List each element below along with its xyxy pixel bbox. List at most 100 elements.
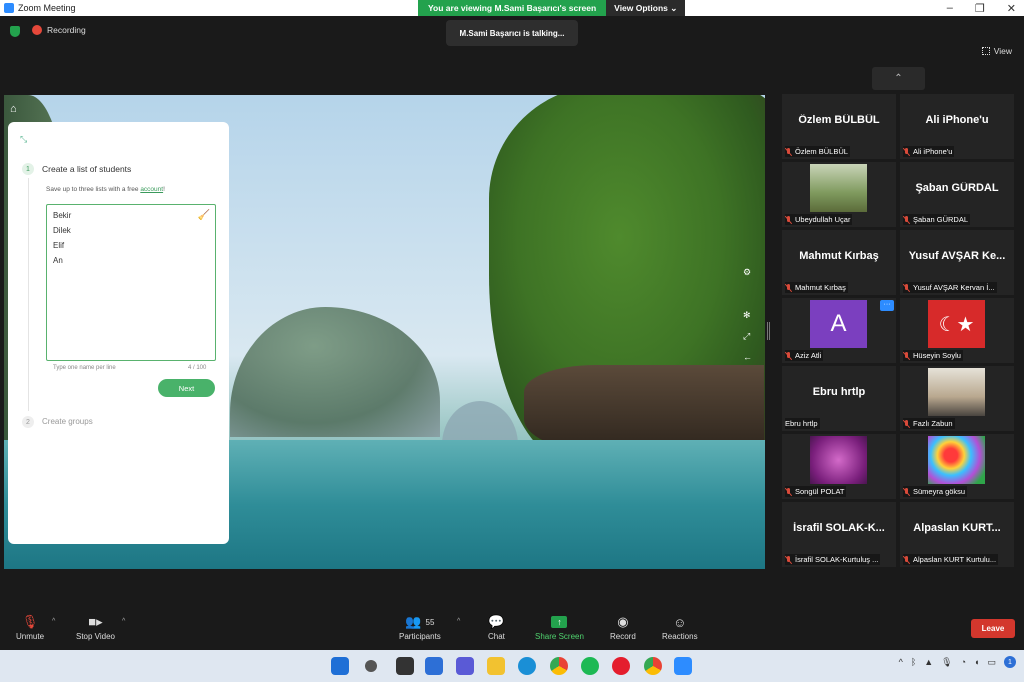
participant-tile[interactable]: Alpaslan KURT... Alpaslan KURT Kurtulu..…: [900, 502, 1014, 567]
file-explorer-icon[interactable]: [487, 657, 505, 675]
participant-label-text: Yusuf AVŞAR Kervan İ...: [913, 283, 995, 292]
name-count: 4 / 100: [188, 365, 207, 371]
chrome-profile-icon[interactable]: [644, 657, 662, 675]
opera-browser-icon[interactable]: [612, 657, 630, 675]
participant-tile[interactable]: Ebru hrtlp Ebru hrtlp: [782, 366, 896, 431]
participants-button[interactable]: 👥 55 Participants: [399, 612, 441, 641]
chat-label: Chat: [488, 632, 505, 641]
chat-bubble-icon: 💬: [488, 614, 505, 629]
spotify-icon[interactable]: [581, 657, 599, 675]
close-icon[interactable]: ✕: [1007, 2, 1016, 15]
windows-start-icon[interactable]: [331, 657, 349, 675]
participants-label: Participants: [399, 632, 441, 641]
participant-tile[interactable]: Ubeydullah Uçar: [782, 162, 896, 227]
record-label: Record: [610, 632, 636, 641]
back-arrow-icon[interactable]: ←: [743, 352, 752, 362]
participant-tile[interactable]: Şaban GÜRDAL Şaban GÜRDAL: [900, 162, 1014, 227]
wifi-icon[interactable]: ◔: [961, 657, 966, 667]
participant-tile[interactable]: İsrafil SOLAK-K... İsrafil SOLAK-Kurtulu…: [782, 502, 896, 567]
share-screen-label: Share Screen: [535, 632, 584, 641]
microphone-icon[interactable]: 🎙: [941, 657, 952, 668]
participant-tile[interactable]: Songül POLAT: [782, 434, 896, 499]
unmute-button[interactable]: 🎙 Unmute: [16, 612, 44, 641]
notification-badge-icon[interactable]: 1: [1004, 656, 1016, 668]
reactions-button[interactable]: ☺ Reactions: [662, 612, 698, 642]
recording-indicator[interactable]: Recording: [32, 25, 86, 35]
participant-label-text: Şaban GÜRDAL: [913, 215, 969, 224]
participant-tile[interactable]: Fazlı Zabun: [900, 366, 1014, 431]
maximize-icon[interactable]: ❐: [975, 2, 985, 15]
audio-options-caret-icon[interactable]: ^: [52, 618, 55, 625]
textarea-hint: Type one name per line: [53, 365, 116, 371]
settings-gear-icon[interactable]: ⚙: [743, 267, 751, 278]
share-banner: You are viewing M.Sami Başarıcı's screen…: [418, 0, 686, 16]
step-1-title: Create a list of students: [42, 164, 132, 174]
participants-options-caret-icon[interactable]: ^: [457, 618, 460, 625]
edge-browser-icon[interactable]: [518, 657, 536, 675]
record-icon: ◉: [617, 614, 629, 629]
mic-muted-icon: [903, 351, 910, 360]
participant-tile[interactable]: A ··· Aziz Atli: [782, 298, 896, 363]
encryption-shield-icon[interactable]: [10, 26, 20, 37]
next-button[interactable]: Next: [158, 379, 215, 397]
clear-broom-icon[interactable]: 🧹: [198, 210, 210, 221]
collapse-icon[interactable]: ⤡: [20, 134, 27, 145]
volume-icon[interactable]: ◖: [974, 657, 979, 667]
participant-tile[interactable]: Özlem BÜLBÜL Özlem BÜLBÜL: [782, 94, 896, 159]
record-button[interactable]: ◉ Record: [610, 612, 636, 641]
view-button[interactable]: View: [981, 46, 1012, 56]
participant-tile[interactable]: ☾★ Hüseyin Soylu: [900, 298, 1014, 363]
video-options-caret-icon[interactable]: ^: [122, 618, 125, 625]
participant-label-text: İsrafil SOLAK-Kurtuluş ...: [795, 555, 879, 564]
mic-muted-icon: [903, 487, 910, 496]
zoom-taskbar-icon[interactable]: [674, 657, 692, 675]
participant-tile[interactable]: Ali iPhone'u Ali iPhone'u: [900, 94, 1014, 159]
background-island: [230, 307, 440, 437]
step-2-number: 2: [22, 416, 34, 428]
mic-muted-icon: [903, 215, 910, 224]
student-names-textarea[interactable]: Bekir Dilek Elif An 🧹: [46, 204, 216, 361]
network-icon[interactable]: ▲: [924, 657, 933, 667]
participant-label: Özlem BÜLBÜL: [785, 146, 850, 157]
chat-button[interactable]: 💬 Chat: [488, 612, 505, 641]
widgets-icon[interactable]: [425, 657, 443, 675]
bluetooth-icon[interactable]: ᛒ: [911, 657, 916, 667]
teams-chat-icon[interactable]: [456, 657, 474, 675]
chrome-browser-icon[interactable]: [550, 657, 568, 675]
leave-button[interactable]: Leave: [971, 619, 1015, 638]
participant-tile[interactable]: Yusuf AVŞAR Ke... Yusuf AVŞAR Kervan İ..…: [900, 230, 1014, 295]
participant-label: Hüseyin Soylu: [903, 350, 963, 361]
share-screen-button[interactable]: ↑ Share Screen: [535, 612, 584, 641]
participants-icon: 👥 55: [405, 614, 435, 629]
participant-label: Fazlı Zabun: [903, 418, 955, 429]
more-options-button[interactable]: ···: [880, 300, 894, 311]
participant-label-text: Ali iPhone'u: [913, 147, 953, 156]
task-view-icon[interactable]: [396, 657, 414, 675]
home-icon[interactable]: ⌂: [10, 103, 24, 117]
view-options-button[interactable]: View Options ⌄: [606, 0, 686, 16]
search-icon[interactable]: [365, 660, 377, 672]
participant-label: Mahmut Kırbaş: [785, 282, 848, 293]
theme-icon[interactable]: ✻: [743, 310, 751, 321]
group-maker-panel: ⤡ 1 Create a list of students Save up to…: [8, 122, 229, 544]
participant-tile[interactable]: Sümeyra göksu: [900, 434, 1014, 499]
gallery-scroll-up-button[interactable]: ⌃: [872, 67, 925, 90]
student-name-line: Elif: [53, 241, 65, 250]
account-link[interactable]: account: [140, 186, 163, 193]
unmute-label: Unmute: [16, 632, 45, 641]
participant-name-large: Ebru hrtlp: [812, 386, 866, 398]
recording-label: Recording: [47, 25, 86, 35]
participant-name-large: Yusuf AVŞAR Ke...: [908, 250, 1006, 262]
stop-video-button[interactable]: ■▸ Stop Video: [76, 612, 115, 641]
battery-icon[interactable]: ▭: [987, 657, 996, 668]
turkish-flag-image: ☾★: [928, 300, 985, 348]
panel-resize-handle[interactable]: [767, 322, 770, 340]
participant-tile[interactable]: Mahmut Kırbaş Mahmut Kırbaş: [782, 230, 896, 295]
minimize-icon[interactable]: –: [947, 2, 953, 14]
participant-label: Ebru hrtlp: [785, 418, 820, 429]
mic-muted-icon: [785, 283, 792, 292]
tray-overflow-icon[interactable]: ^: [899, 657, 903, 667]
windows-taskbar: ^ ᛒ ▲ 🎙 ◔ ◖ ▭ 1: [0, 650, 1024, 682]
fullscreen-icon[interactable]: ⤢: [743, 331, 750, 342]
participant-name-large: Mahmut Kırbaş: [799, 250, 879, 262]
